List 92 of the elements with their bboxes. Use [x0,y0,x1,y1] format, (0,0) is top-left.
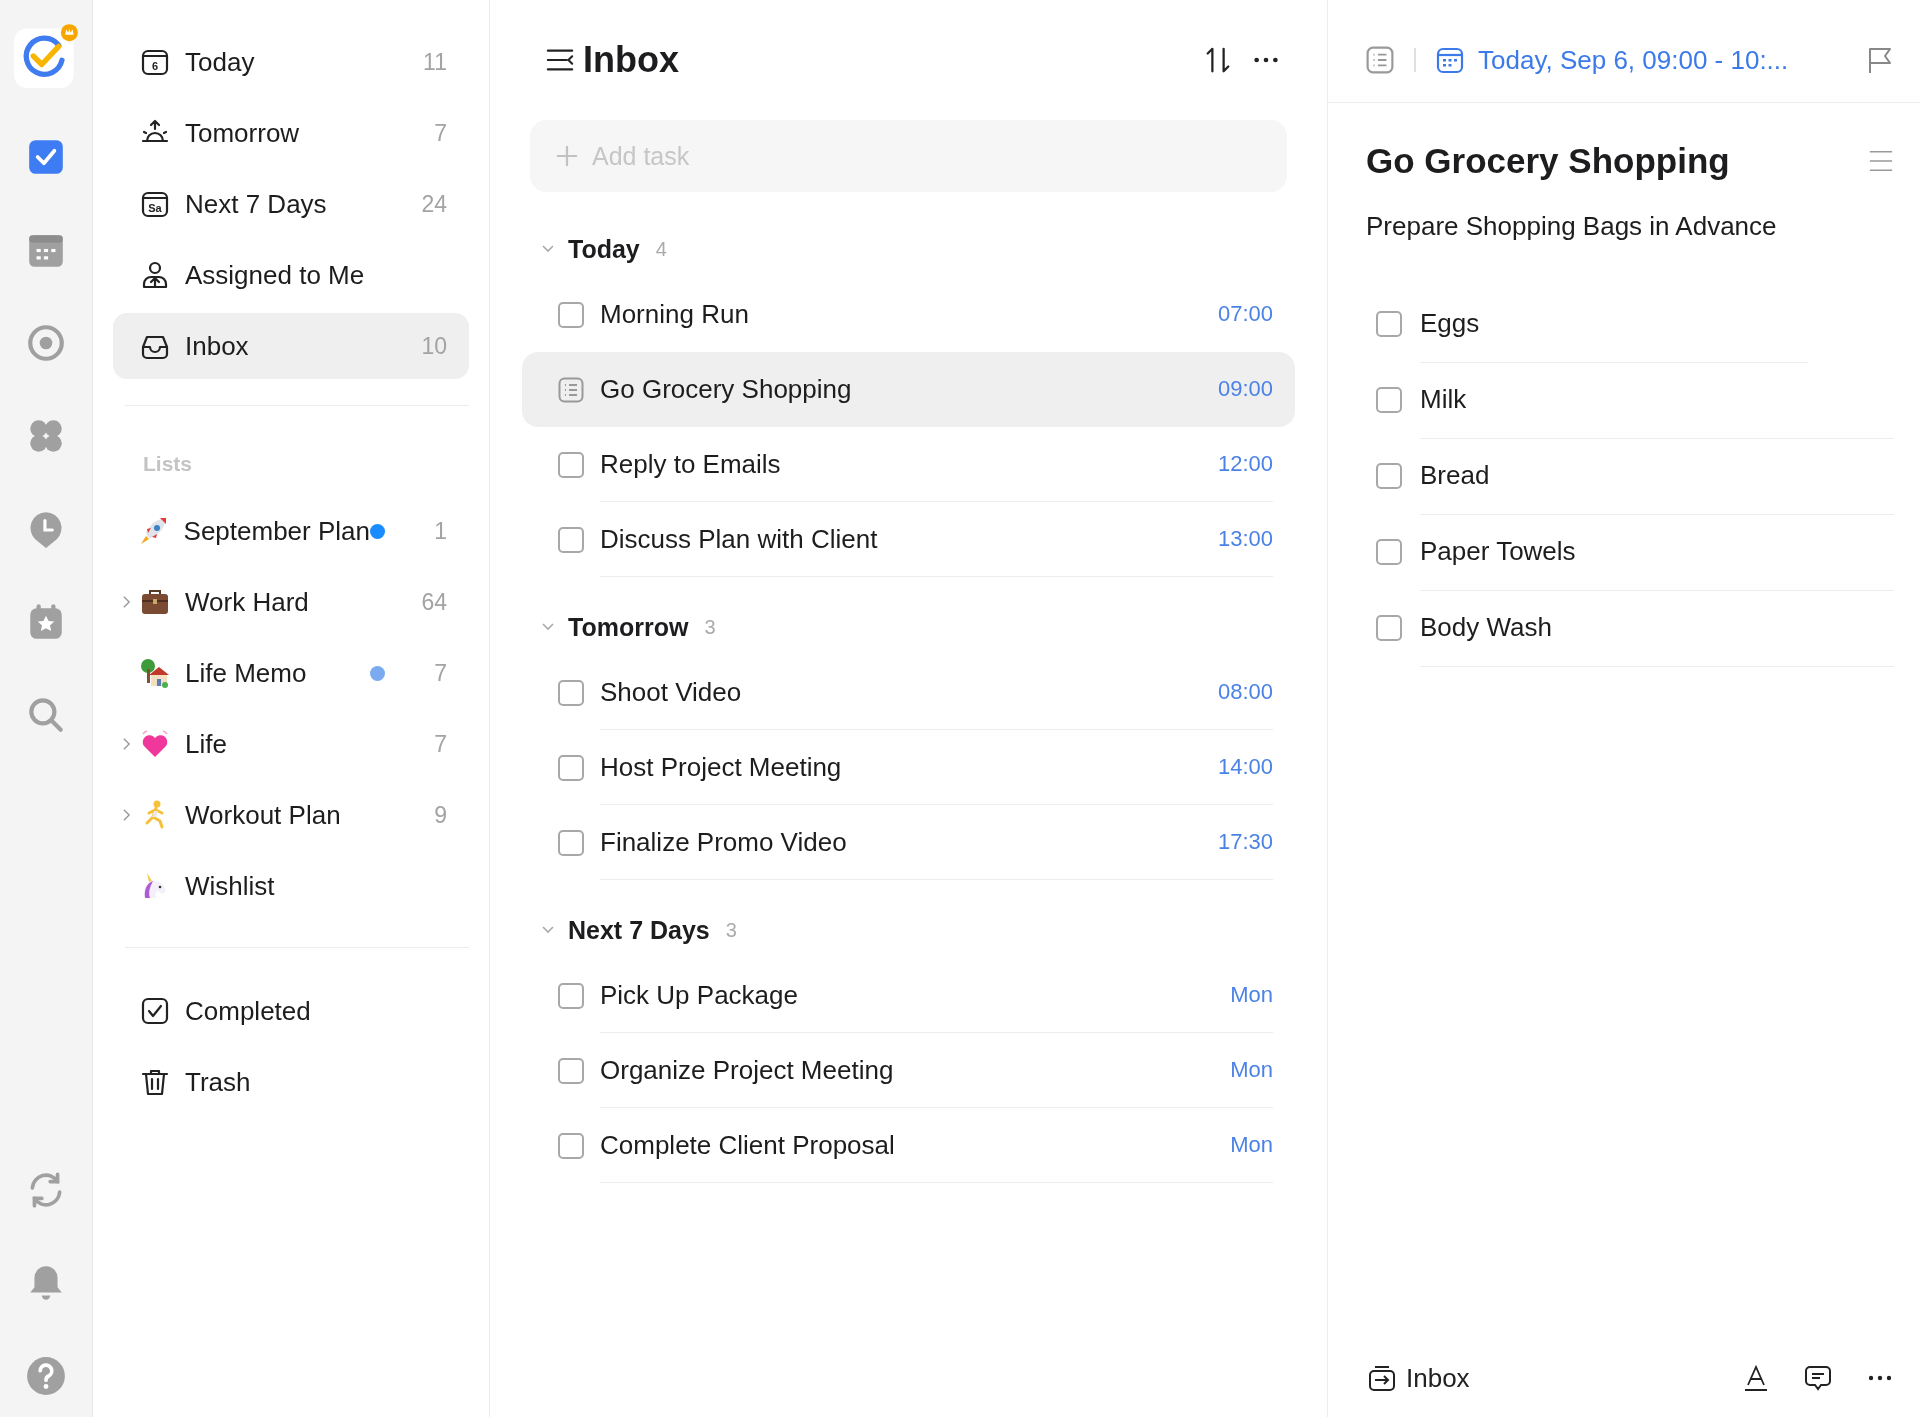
task-row[interactable]: Shoot Video 08:00 [522,655,1295,730]
section-count: 4 [655,237,667,261]
task-title: Go Grocery Shopping [600,373,853,405]
flag-icon[interactable] [1866,46,1894,74]
task-row[interactable]: Complete Client Proposal Mon [522,1108,1295,1183]
target-icon[interactable] [25,322,67,364]
checkbox[interactable] [1376,311,1402,337]
checkbox[interactable] [1376,387,1402,413]
tray-arrow-icon [1368,1364,1396,1392]
due-time: 09:00 [1217,376,1273,402]
section-heading: Lists [143,452,193,476]
app-logo[interactable] [12,22,80,90]
checkbox[interactable] [558,451,584,478]
task-title: Finalize Promo Video [600,826,848,858]
sidebar-item[interactable]: 6 Today 11 [113,29,469,95]
sidebar-item[interactable]: Trash [113,1049,469,1115]
checkbox[interactable] [558,679,584,706]
section-count: 3 [704,615,716,639]
task-title: Pick Up Package [600,979,799,1011]
sidebar-item[interactable]: Work Hard 64 [113,569,469,635]
task-title: Reply to Emails [600,448,782,480]
task-row[interactable]: Host Project Meeting 14:00 [522,730,1295,805]
checkbox[interactable] [558,1132,584,1159]
task-description[interactable]: Prepare Shopping Bags in Advance [1366,211,1894,242]
due-time: 14:00 [1217,754,1273,780]
page-title: Inbox [583,39,679,81]
checkbox[interactable] [1376,539,1402,565]
task-title: Discuss Plan with Client [600,523,879,555]
chevron-right-icon[interactable] [121,737,131,751]
note-icon[interactable] [558,376,584,403]
comment-icon[interactable] [1804,1364,1832,1392]
list-button[interactable]: Inbox [1368,1362,1470,1394]
section-title: Today [568,234,640,264]
task-title[interactable]: Go Grocery Shopping [1366,141,1730,181]
checkbox[interactable] [558,526,584,553]
due-time: 07:00 [1217,301,1273,327]
section-count: 3 [725,918,737,942]
task-row[interactable]: Finalize Promo Video 17:30 [522,805,1295,880]
task-title: Complete Client Proposal [600,1129,896,1161]
house-icon [139,657,171,689]
sidebar-item[interactable]: Life 7 [113,711,469,777]
due-time: Mon [1230,1057,1273,1083]
section-title: Next 7 Days [568,915,710,945]
task-row[interactable]: Morning Run 07:00 [522,277,1295,352]
checkbox[interactable] [1376,463,1402,489]
checklist-item[interactable]: Eggs [1420,308,1480,339]
menu-lines-icon[interactable] [1868,148,1894,174]
sidebar-item[interactable]: Life Memo 7 [113,640,469,706]
sidebar-item[interactable]: September Plan 1 [113,498,469,564]
due-time: Mon [1230,1132,1273,1158]
checklist-item[interactable]: Milk [1420,384,1467,415]
task-title: Shoot Video [600,676,743,708]
text-format-icon[interactable] [1742,1364,1770,1392]
task-row[interactable]: Go Grocery Shopping 09:00 [522,352,1295,427]
task-title: Morning Run [600,298,750,330]
due-time: 17:30 [1217,829,1273,855]
help-icon[interactable] [25,1355,67,1397]
sidebar-item[interactable]: Sa Next 7 Days 24 [113,171,469,237]
section-title: Tomorrow [568,612,689,642]
plus-icon [556,145,578,167]
checkbox[interactable] [558,754,584,781]
chevron-right-icon[interactable] [121,595,131,609]
due-time: 12:00 [1217,451,1273,477]
due-time: 13:00 [1217,526,1273,552]
sidebar-item[interactable]: Wishlist [113,853,469,919]
chevron-right-icon[interactable] [121,808,131,822]
checkbox[interactable] [558,1057,584,1084]
checklist-item[interactable]: Body Wash [1420,612,1552,643]
checkbox[interactable] [558,829,584,856]
checkbox[interactable] [1376,615,1402,641]
sidebar-item[interactable]: Tomorrow 7 [113,100,469,166]
calendar-icon [1436,46,1464,74]
note-icon[interactable] [1366,46,1394,74]
sidebar-item[interactable]: Inbox 10 [113,313,469,379]
task-row[interactable]: Reply to Emails 12:00 [522,427,1295,502]
task-row[interactable]: Discuss Plan with Client 13:00 [522,502,1295,577]
checkbox[interactable] [558,982,584,1009]
task-row[interactable]: Organize Project Meeting Mon [522,1033,1295,1108]
task-row[interactable]: Pick Up Package Mon [522,958,1295,1033]
heart-icon [139,728,171,760]
checkbox-icon [139,995,171,1027]
task-title: Host Project Meeting [600,751,843,783]
due-time: Mon [1230,982,1273,1008]
due-time: 08:00 [1217,679,1273,705]
task-title: Organize Project Meeting [600,1054,895,1086]
sidebar-item[interactable]: Workout Plan 9 [113,782,469,848]
due-date-button[interactable]: Today, Sep 6, 09:00 - 10:... [1436,44,1789,76]
sidebar-item[interactable]: Completed [113,978,469,1044]
sidebar-item[interactable]: Assigned to Me [113,242,469,308]
checklist-item[interactable]: Bread [1420,460,1490,491]
checklist-item[interactable]: Paper Towels [1420,536,1576,567]
checkbox[interactable] [558,301,584,328]
